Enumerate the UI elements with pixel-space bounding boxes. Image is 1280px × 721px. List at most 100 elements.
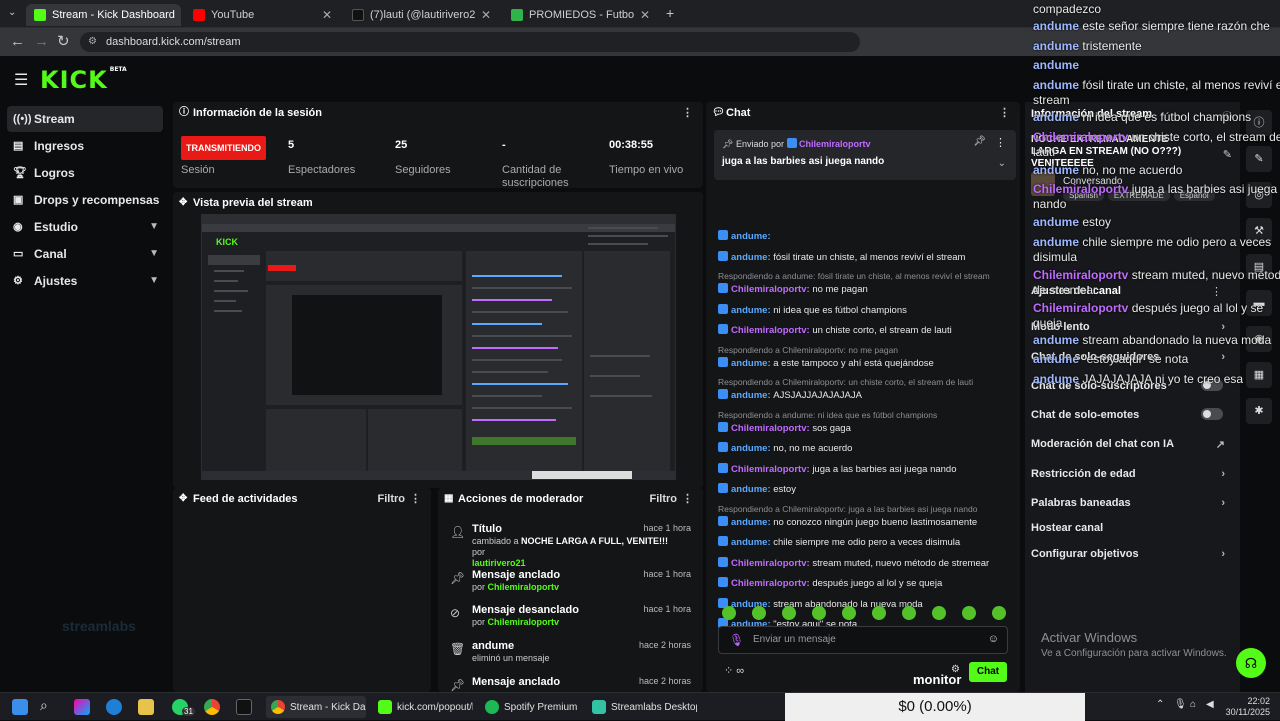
sidebar-item-estudio[interactable]: ◉Estudio▼ [7,214,163,240]
chat-username[interactable]: Chilemiraloportv [731,558,807,569]
chat-input[interactable]: 🎙︎ Enviar un mensaje ☺ [718,626,1008,654]
sidebar-item-ingresos[interactable]: ▤Ingresos [7,133,163,159]
forward-icon[interactable]: → [34,33,49,51]
chat-message[interactable]: andume: [718,230,1008,242]
more-options-icon[interactable]: ⋮ [682,102,693,124]
channel-points[interactable]: ⁘ ∞ [724,664,744,677]
chat-username[interactable]: Chilemiraloportv [731,578,807,589]
chat-message[interactable]: Chilemiraloportv: después juego al lol y… [718,577,1008,589]
network-icon[interactable]: ⌂ [1190,699,1196,710]
stat-value: 00:38:55 [609,136,683,154]
close-tab-icon[interactable]: ✕ [322,8,332,22]
chat-message[interactable]: andume: AJSJAJJAJAJAJAJA [718,389,1008,401]
tab-promiedos[interactable]: PROMIEDOS - Futbol Argentino ✕ [503,4,658,26]
back-icon[interactable]: ← [10,33,25,51]
sidebar-item-stream[interactable]: ((•))Stream [7,106,163,132]
chat-message[interactable]: Chilemiraloportv: sos gaga [718,422,1008,434]
reply-text: Respondiendo a andume: ni idea que es fú… [718,410,937,420]
chat-username[interactable]: andume [731,537,767,548]
chat-message[interactable]: andume: ni idea que es fútbol champions [718,304,1008,316]
chevron-down-icon[interactable]: ⌄ [998,158,1006,169]
chat-username[interactable]: Chilemiraloportv [731,423,807,434]
sidebar-item-drops[interactable]: ▣Drops y recompensas [7,187,163,213]
filter-button[interactable]: Filtro [650,488,678,510]
more-options-icon[interactable]: ⋮ [682,488,693,510]
microphone-tray-icon[interactable]: 🎙︎ [1174,699,1187,710]
emote-icon[interactable] [842,606,856,620]
clock[interactable]: 22:0230/11/2025 [1220,696,1270,718]
chat-username[interactable]: andume [731,390,767,401]
tab-youtube[interactable]: YouTube ✕ [185,4,340,26]
tab-tiktok[interactable]: (7)lauti (@lautirivero21) | TikTok ✕ [344,4,499,26]
start-icon[interactable] [12,699,28,715]
taskbar-app-kick-dashboard[interactable]: Stream - Kick Dash... [266,696,366,718]
chat-message[interactable]: andume: estoy [718,483,1008,495]
taskbar-app-kick-popout[interactable]: kick.com/popout/l... [373,696,473,718]
chat-username[interactable]: andume [731,252,767,263]
more-options-icon[interactable]: ⋮ [995,136,1006,149]
search-icon[interactable]: ⌕ [40,697,48,714]
filter-button[interactable]: Filtro [378,488,406,510]
chat-message[interactable]: andume: chile siempre me odio pero a vec… [718,536,1008,548]
microphone-icon[interactable]: 🎙︎ [729,633,744,647]
emote-icon[interactable] [932,606,946,620]
chat-message[interactable]: Chilemiraloportv: stream muted, nuevo mé… [718,557,1008,569]
sidebar-item-logros[interactable]: 🏆︎Logros [7,160,163,186]
kick-logo[interactable]: KICKBETA [40,66,127,94]
taskbar-app-spotify[interactable]: Spotify Premium [480,696,580,718]
close-tab-icon[interactable]: ✕ [481,8,491,22]
emote-icon[interactable] [992,606,1006,620]
close-tab-icon[interactable]: ✕ [640,8,650,22]
copilot-icon[interactable] [74,699,90,715]
chat-username[interactable]: andume [731,517,767,528]
chat-message[interactable]: andume: no, no me acuerdo [718,442,1008,454]
chat-username[interactable]: andume [731,484,767,495]
emote-icon[interactable] [902,606,916,620]
emote-icon[interactable] [782,606,796,620]
chat-message[interactable]: Chilemiraloportv: un chiste corto, el st… [718,324,1008,336]
chat-username[interactable]: andume [731,443,767,454]
emote-icon[interactable] [752,606,766,620]
taskbar-app-streamlabs[interactable]: Streamlabs Desktop [587,696,697,718]
chat-username[interactable]: Chilemiraloportv [731,284,807,295]
chat-message[interactable]: Chilemiraloportv: no me pagan [718,283,1008,295]
emote-icon[interactable] [722,606,736,620]
chat-username[interactable]: Chilemiraloportv [731,325,807,336]
chat-message[interactable]: andume: no conozco ningún juego bueno la… [718,516,1008,528]
stream-preview-video[interactable]: KICK [201,214,676,480]
chat-message[interactable]: Chilemiraloportv: juga a las barbies asi… [718,463,1008,475]
more-options-icon[interactable]: ⋮ [410,488,421,510]
overlay-chat-row: andume chile siempre me odio pero a vece… [1033,235,1271,249]
more-options-icon[interactable]: ⋮ [999,102,1010,124]
badge-icon [718,324,728,334]
chat-message[interactable]: andume: a este tampoco y ahí está queján… [718,357,1008,369]
volume-icon[interactable]: ◀ [1206,699,1214,710]
site-info-icon[interactable]: ⚙ [88,32,97,52]
menu-icon[interactable]: ☰ [14,70,28,90]
sidebar-item-canal[interactable]: ▭Canal▼ [7,241,163,267]
overlay-text: tristemente [1082,39,1141,53]
sidebar-item-ajustes[interactable]: ⚙Ajustes▼ [7,268,163,294]
tray-chevron-icon[interactable]: ⌃ [1156,699,1164,710]
tab-list-icon[interactable]: ⌄ [8,4,16,22]
file-explorer-icon[interactable] [138,699,154,715]
unpin-button[interactable]: 📌︎ [973,136,986,147]
tab-kick-dashboard[interactable]: Stream - Kick Dashboard ✕ [26,4,181,26]
chat-username[interactable]: andume [731,358,767,369]
chat-username[interactable]: andume [731,305,767,316]
reload-icon[interactable]: ↻ [57,33,70,51]
emote-icon[interactable] [962,606,976,620]
chat-message[interactable]: andume: fósil tirate un chiste, al menos… [718,251,1008,263]
url-input[interactable]: ⚙ dashboard.kick.com/stream [80,32,860,52]
send-chat-button[interactable]: Chat [969,662,1007,682]
chrome-icon[interactable] [204,699,220,715]
emote-icon[interactable] [812,606,826,620]
chat-settings-icon[interactable]: ⚙ [951,664,960,675]
new-tab-button[interactable]: + [666,4,674,22]
emote-icon[interactable] [872,606,886,620]
edge-icon[interactable] [106,699,122,715]
emoji-icon[interactable]: ☺ [988,633,999,645]
tiktok-icon[interactable] [236,699,252,715]
chat-username[interactable]: Chilemiraloportv [731,464,807,475]
chat-username[interactable]: andume [731,231,767,242]
